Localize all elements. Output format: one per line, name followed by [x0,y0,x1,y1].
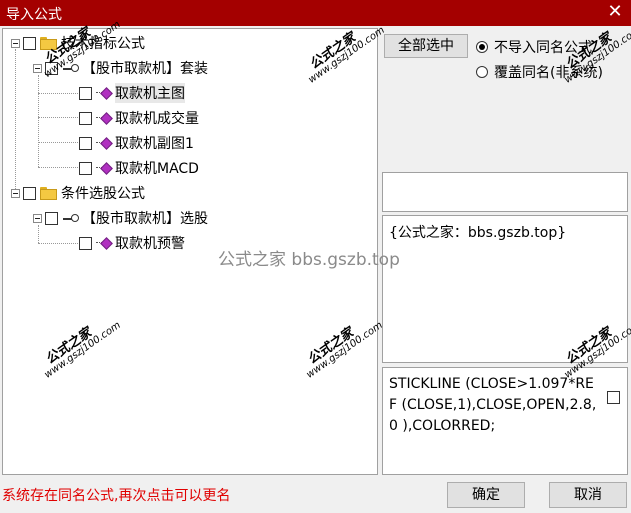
tree-leaf-sub-chart[interactable]: 取款机副图1 [79,133,194,153]
title-bar: 导入公式 ✕ [0,0,631,26]
tree-node-screening-formulas[interactable]: 条件选股公式 [11,183,145,203]
center-watermark: 公式之家 bbs.gszb.top [218,250,400,270]
tree-leaf-label: 取款机MACD [115,161,199,177]
checkbox[interactable] [23,36,36,50]
tree-node-screening-suite[interactable]: 【股市取款机】选股 [33,208,208,228]
tree-connector [15,49,16,189]
collapse-icon[interactable] [33,63,42,73]
tree-connector [38,243,78,244]
tree-node-suite[interactable]: 【股市取款机】套装 [33,58,208,78]
code-checkbox[interactable] [607,391,620,404]
tree-connector [38,93,78,94]
tree-connector [38,75,39,167]
tree-leaf-label: 取款机主图 [115,83,185,103]
tree-leaf-label: 取款机预警 [115,236,185,252]
key-icon [62,212,79,224]
checkbox[interactable] [45,211,58,225]
checkbox[interactable] [79,86,92,100]
checkbox[interactable] [79,236,92,250]
formula-icon [96,137,111,149]
formula-icon [96,237,111,249]
code-text: STICKLINE (CLOSE>1.097*REF (CLOSE,1),CLO… [389,376,597,434]
folder-icon [40,36,57,50]
tree-leaf-label: 取款机成交量 [115,111,199,127]
tree-node-label: 技术指标公式 [61,36,145,52]
radio-selected-icon[interactable] [476,41,488,53]
select-all-button[interactable]: 全部选中 [384,34,468,58]
tree-connector [38,117,78,118]
collapse-icon[interactable] [33,213,42,223]
formula-icon [96,112,111,124]
checkbox[interactable] [23,186,36,200]
tree-node-label: 【股市取款机】选股 [82,211,208,227]
radio-label: 不导入同名公式 [494,40,592,56]
tree-leaf-main-chart[interactable]: 取款机主图 [79,83,185,103]
description-text: {公式之家：bbs.gszb.top} [389,225,567,241]
status-message: 系统存在同名公式,再次点击可以更名 [2,488,231,504]
folder-icon [40,186,57,200]
collapse-icon[interactable] [11,38,20,48]
radio-no-import-same[interactable]: 不导入同名公式 [476,37,592,57]
key-icon [62,62,79,74]
name-field[interactable] [382,172,628,212]
checkbox[interactable] [79,136,92,150]
checkbox[interactable] [45,61,58,75]
ok-button[interactable]: 确定 [447,482,525,508]
radio-unselected-icon[interactable] [476,66,488,78]
tree-node-label: 【股市取款机】套装 [82,61,208,77]
window-title: 导入公式 [6,7,62,23]
radio-label: 覆盖同名(非系统) [494,65,603,81]
tree-connector [38,167,78,168]
close-icon[interactable]: ✕ [605,2,625,22]
tree-node-indicator-formulas[interactable]: 技术指标公式 [11,33,145,53]
checkbox[interactable] [79,111,92,125]
formula-icon [96,162,111,174]
tree-leaf-alert[interactable]: 取款机预警 [79,233,185,253]
tree-node-label: 条件选股公式 [61,186,145,202]
collapse-icon[interactable] [11,188,20,198]
radio-overwrite-same[interactable]: 覆盖同名(非系统) [476,62,603,82]
cancel-button[interactable]: 取消 [549,482,627,508]
description-box[interactable]: {公式之家：bbs.gszb.top} [382,215,628,363]
checkbox[interactable] [79,161,92,175]
tree-leaf-macd[interactable]: 取款机MACD [79,158,199,178]
code-box[interactable]: STICKLINE (CLOSE>1.097*REF (CLOSE,1),CLO… [382,367,628,475]
formula-icon [96,87,111,99]
tree-leaf-volume[interactable]: 取款机成交量 [79,108,199,128]
tree-connector [38,142,78,143]
tree-leaf-label: 取款机副图1 [115,136,194,152]
